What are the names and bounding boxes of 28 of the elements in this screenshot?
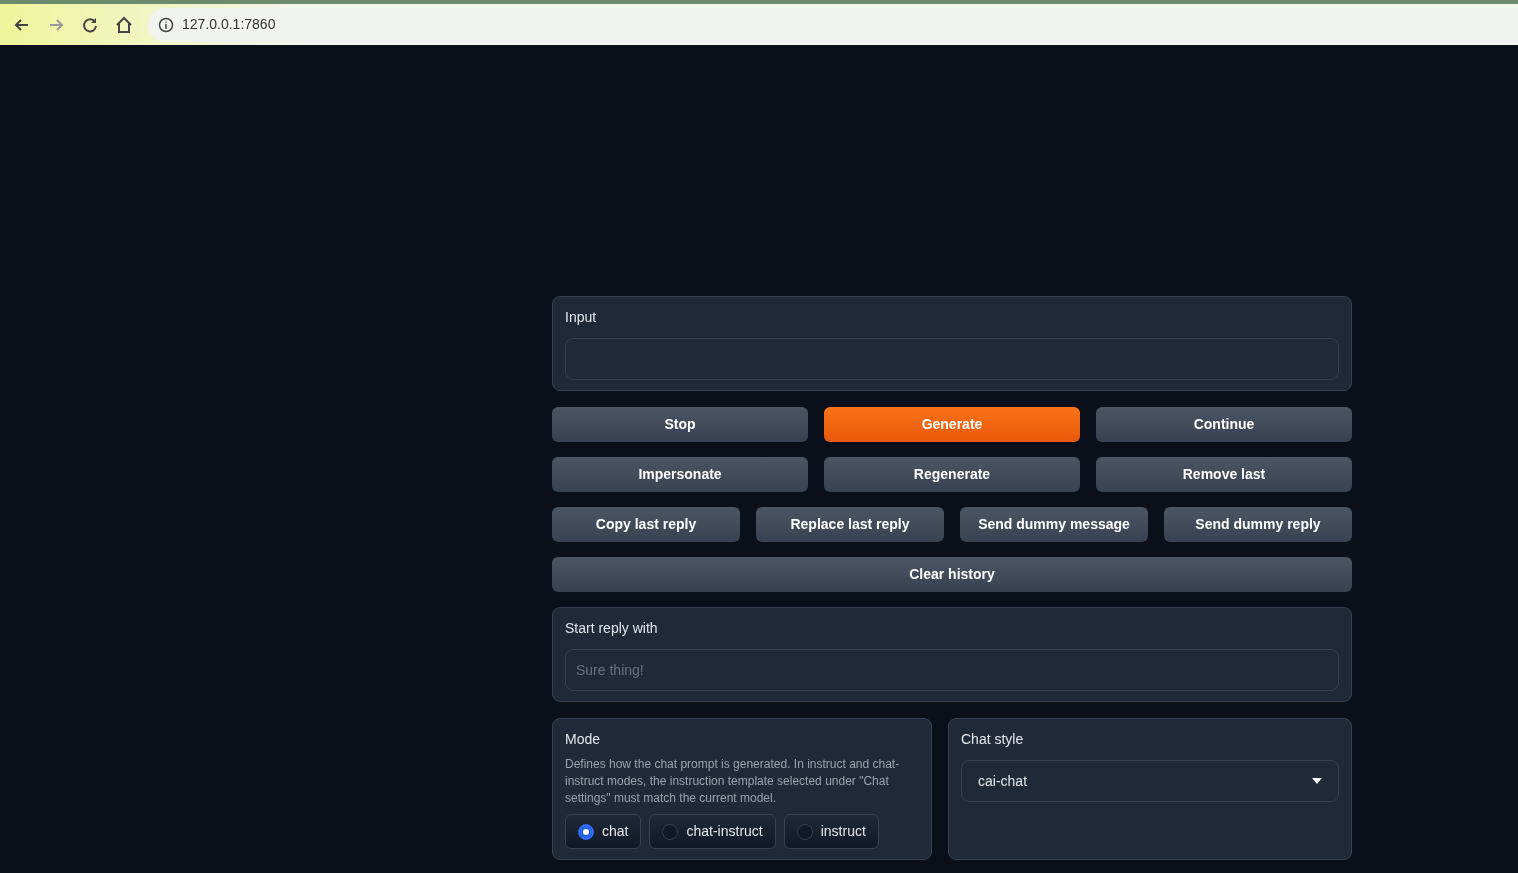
action-button[interactable]: Impersonate	[552, 457, 808, 492]
field-label: Start reply with	[565, 619, 658, 638]
start-reply-field[interactable]: Sure thing!	[565, 649, 1339, 691]
action-button[interactable]: Send dummy reply	[1164, 507, 1352, 542]
radio-option[interactable]: instruct	[783, 814, 879, 850]
action-button[interactable]: Send dummy message	[960, 507, 1148, 542]
mode-description: Defines how the chat prompt is generated. In instruct and chat-instruct modes, the instruction template selected under "Chat settings" must match the current model.	[565, 756, 901, 807]
action-button[interactable]: Remove last	[1096, 457, 1352, 492]
action-button[interactable]: Continue	[1096, 407, 1352, 442]
field-label: Input	[565, 308, 597, 327]
radio-icon	[578, 823, 594, 840]
field-label: Mode	[565, 730, 601, 749]
chat-style-dropdown[interactable]: cai-chat	[961, 760, 1339, 802]
info-icon[interactable]	[158, 16, 174, 33]
field-label: Chat style	[961, 730, 1024, 749]
input-field[interactable]	[565, 338, 1339, 380]
caret-icon	[1312, 778, 1322, 784]
action-button[interactable]: Clear history	[552, 557, 1352, 592]
radio-icon	[796, 823, 813, 840]
home-icon[interactable]	[114, 14, 134, 35]
action-button[interactable]: Regenerate	[824, 457, 1080, 492]
action-button[interactable]: Stop	[552, 407, 808, 442]
action-button[interactable]: Copy last reply	[552, 507, 740, 542]
action-button[interactable]: Replace last reply	[756, 507, 944, 542]
radio-option[interactable]: chat	[565, 814, 642, 850]
radio-option[interactable]: chat-instruct	[649, 814, 776, 850]
radio-icon	[662, 823, 679, 840]
url-text: 127.0.0.1:7860	[182, 15, 276, 34]
